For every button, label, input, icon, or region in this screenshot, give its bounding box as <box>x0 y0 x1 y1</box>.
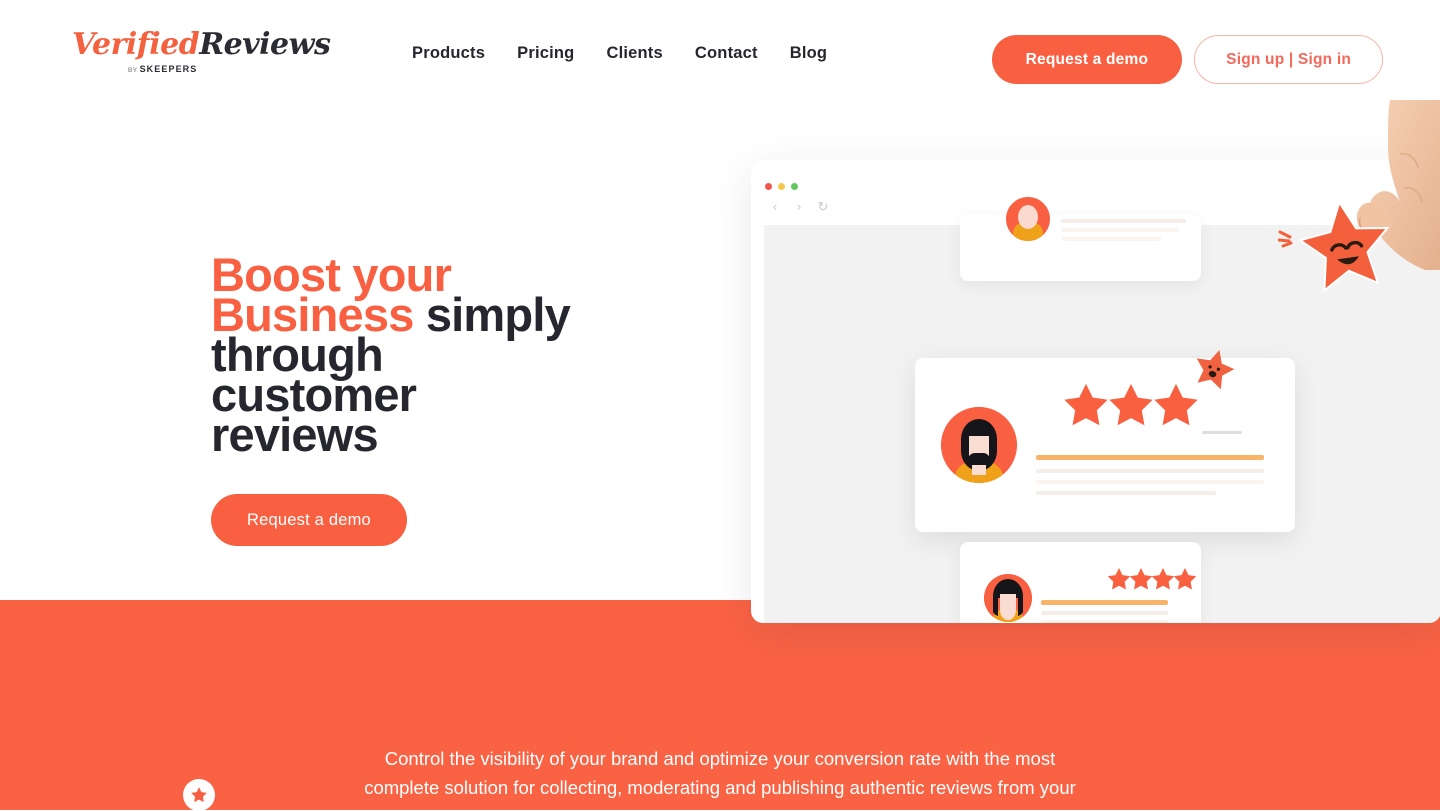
header-signup-signin-button[interactable]: Sign up | Sign in <box>1194 35 1383 84</box>
main-navigation: Products Pricing Clients Contact Blog <box>412 44 843 63</box>
window-controls <box>765 183 798 190</box>
review-text-line <box>1061 237 1161 241</box>
logo-parent-brand: SKEEPERS <box>139 64 198 74</box>
minimize-dot-icon[interactable] <box>778 183 785 190</box>
avatar <box>941 407 1017 483</box>
review-text-line <box>1061 219 1186 223</box>
band-paragraph: Control the visibility of your brand and… <box>0 744 1440 802</box>
avatar-illustration-top <box>1006 197 1050 241</box>
review-headline-line <box>1036 455 1264 460</box>
logo-byline: BY SKEEPERS <box>128 64 272 74</box>
review-text-line <box>1041 620 1168 623</box>
logo-word-reviews: Reviews <box>199 27 331 62</box>
review-text-line <box>1041 611 1168 615</box>
site-logo[interactable]: VerifiedReviews BY SKEEPERS <box>72 27 331 88</box>
review-meta-line <box>1202 431 1242 434</box>
review-card-featured[interactable] <box>915 350 1295 532</box>
review-text-line <box>1036 469 1264 473</box>
close-dot-icon[interactable] <box>765 183 772 190</box>
nav-item-blog[interactable]: Blog <box>774 44 843 63</box>
hero-request-demo-button[interactable]: Request a demo <box>211 494 407 546</box>
back-icon[interactable]: ‹ <box>768 200 782 214</box>
browser-nav-buttons: ‹ › ↻ <box>768 200 830 214</box>
avatar <box>984 574 1032 622</box>
band-paragraph-line-1: Control the visibility of your brand and… <box>384 748 1056 769</box>
band-paragraph-line-2: complete solution for collecting, modera… <box>364 777 1076 798</box>
nav-item-products[interactable]: Products <box>412 44 501 63</box>
hero-title-line-5: reviews <box>211 408 379 461</box>
forward-icon[interactable]: › <box>792 200 806 214</box>
review-text-line <box>1036 491 1216 495</box>
avatar-illustration-woman <box>984 574 1032 622</box>
logo-wordmark: VerifiedReviews <box>72 27 331 62</box>
hero-text-block: Boost your Business simply through custo… <box>211 251 631 461</box>
site-header: VerifiedReviews BY SKEEPERS Products Pri… <box>0 0 1440 118</box>
review-text-line <box>1061 228 1179 232</box>
reload-icon[interactable]: ↻ <box>816 200 830 214</box>
page-title: Boost your Business simply through custo… <box>211 251 631 461</box>
sparkle-icon <box>1278 230 1293 248</box>
avatar <box>1006 197 1050 241</box>
rating-star-icon <box>1154 383 1198 426</box>
logo-byline-prefix: BY <box>128 67 140 74</box>
smiling-star-mascot <box>1297 200 1390 293</box>
review-card-bottom[interactable] <box>960 542 1201 623</box>
avatar-illustration-bearded-man <box>941 407 1017 483</box>
hero-title-rest-2: simply <box>413 288 571 341</box>
logo-word-verified: Verified <box>72 27 200 62</box>
nav-item-contact[interactable]: Contact <box>679 44 774 63</box>
header-request-demo-button[interactable]: Request a demo <box>991 35 1183 84</box>
review-card-top[interactable] <box>960 197 1201 281</box>
nav-item-clients[interactable]: Clients <box>590 44 678 63</box>
header-actions: Request a demo Sign up | Sign in <box>991 35 1383 84</box>
review-text-line <box>1036 480 1264 484</box>
nav-item-pricing[interactable]: Pricing <box>501 44 590 63</box>
maximize-dot-icon[interactable] <box>791 183 798 190</box>
rating-star-icon <box>1173 568 1197 590</box>
review-headline-line <box>1041 600 1168 605</box>
